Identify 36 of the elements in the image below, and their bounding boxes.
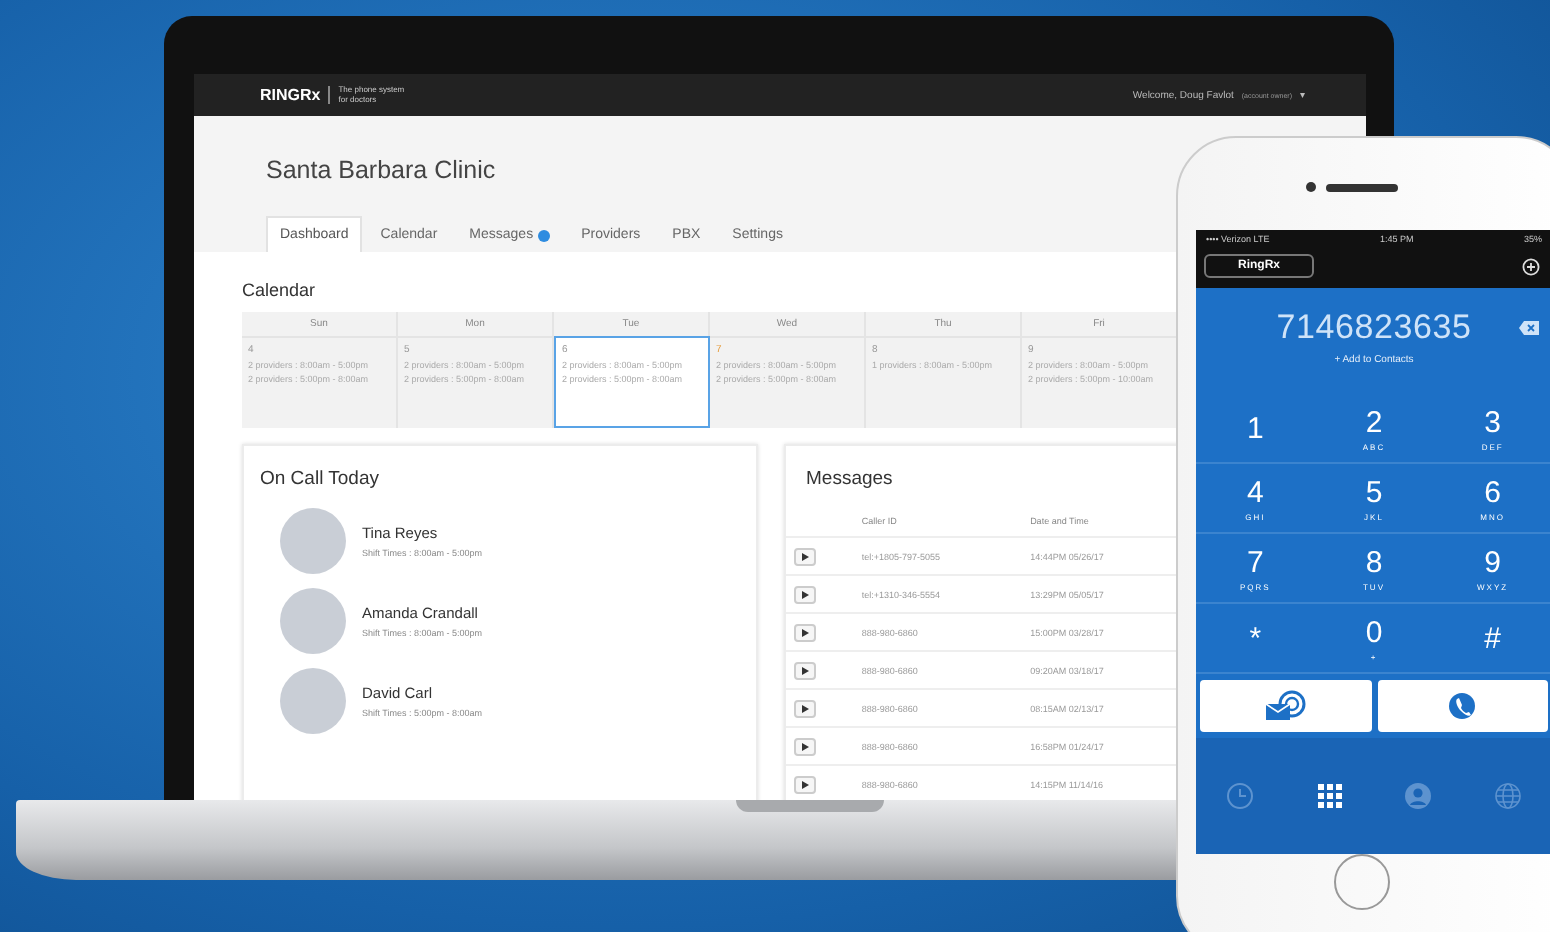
panel-title: Messages xyxy=(806,468,893,490)
clinic-title: Santa Barbara Clinic xyxy=(266,156,496,184)
add-icon[interactable] xyxy=(1522,257,1540,275)
play-button[interactable] xyxy=(794,623,816,641)
play-button[interactable] xyxy=(794,699,816,717)
play-icon xyxy=(800,741,810,751)
dial-key[interactable]: 1 xyxy=(1196,394,1315,464)
section-title: Calendar xyxy=(242,280,316,300)
globe-icon xyxy=(1493,782,1522,810)
play-button[interactable] xyxy=(794,547,816,565)
play-icon xyxy=(800,779,810,789)
avatar-placeholder xyxy=(280,508,346,574)
play-icon xyxy=(800,665,810,675)
dial-key[interactable]: # xyxy=(1433,604,1550,674)
play-button[interactable] xyxy=(794,775,816,793)
contact-icon xyxy=(1404,782,1433,810)
mail-icon xyxy=(1263,690,1308,722)
play-button[interactable] xyxy=(794,585,816,603)
dialed-number: 7146823635 xyxy=(1276,308,1472,348)
phone-icon xyxy=(1448,692,1477,720)
keypad-icon xyxy=(1315,782,1344,810)
play-button[interactable] xyxy=(794,737,816,755)
play-icon xyxy=(800,551,810,561)
panel-title: On Call Today xyxy=(260,468,379,490)
logo[interactable]: RINGRx xyxy=(260,86,321,104)
play-button[interactable] xyxy=(794,661,816,679)
voicemail-button[interactable] xyxy=(1200,680,1371,732)
clock-icon xyxy=(1226,782,1255,810)
play-icon xyxy=(800,627,810,637)
avatar-placeholder xyxy=(280,668,346,734)
play-icon xyxy=(800,703,810,713)
call-button[interactable] xyxy=(1377,680,1548,732)
backspace-icon[interactable] xyxy=(1518,320,1540,336)
dial-key[interactable]: * xyxy=(1196,604,1315,674)
avatar-placeholder xyxy=(280,588,346,654)
play-icon xyxy=(800,589,810,599)
